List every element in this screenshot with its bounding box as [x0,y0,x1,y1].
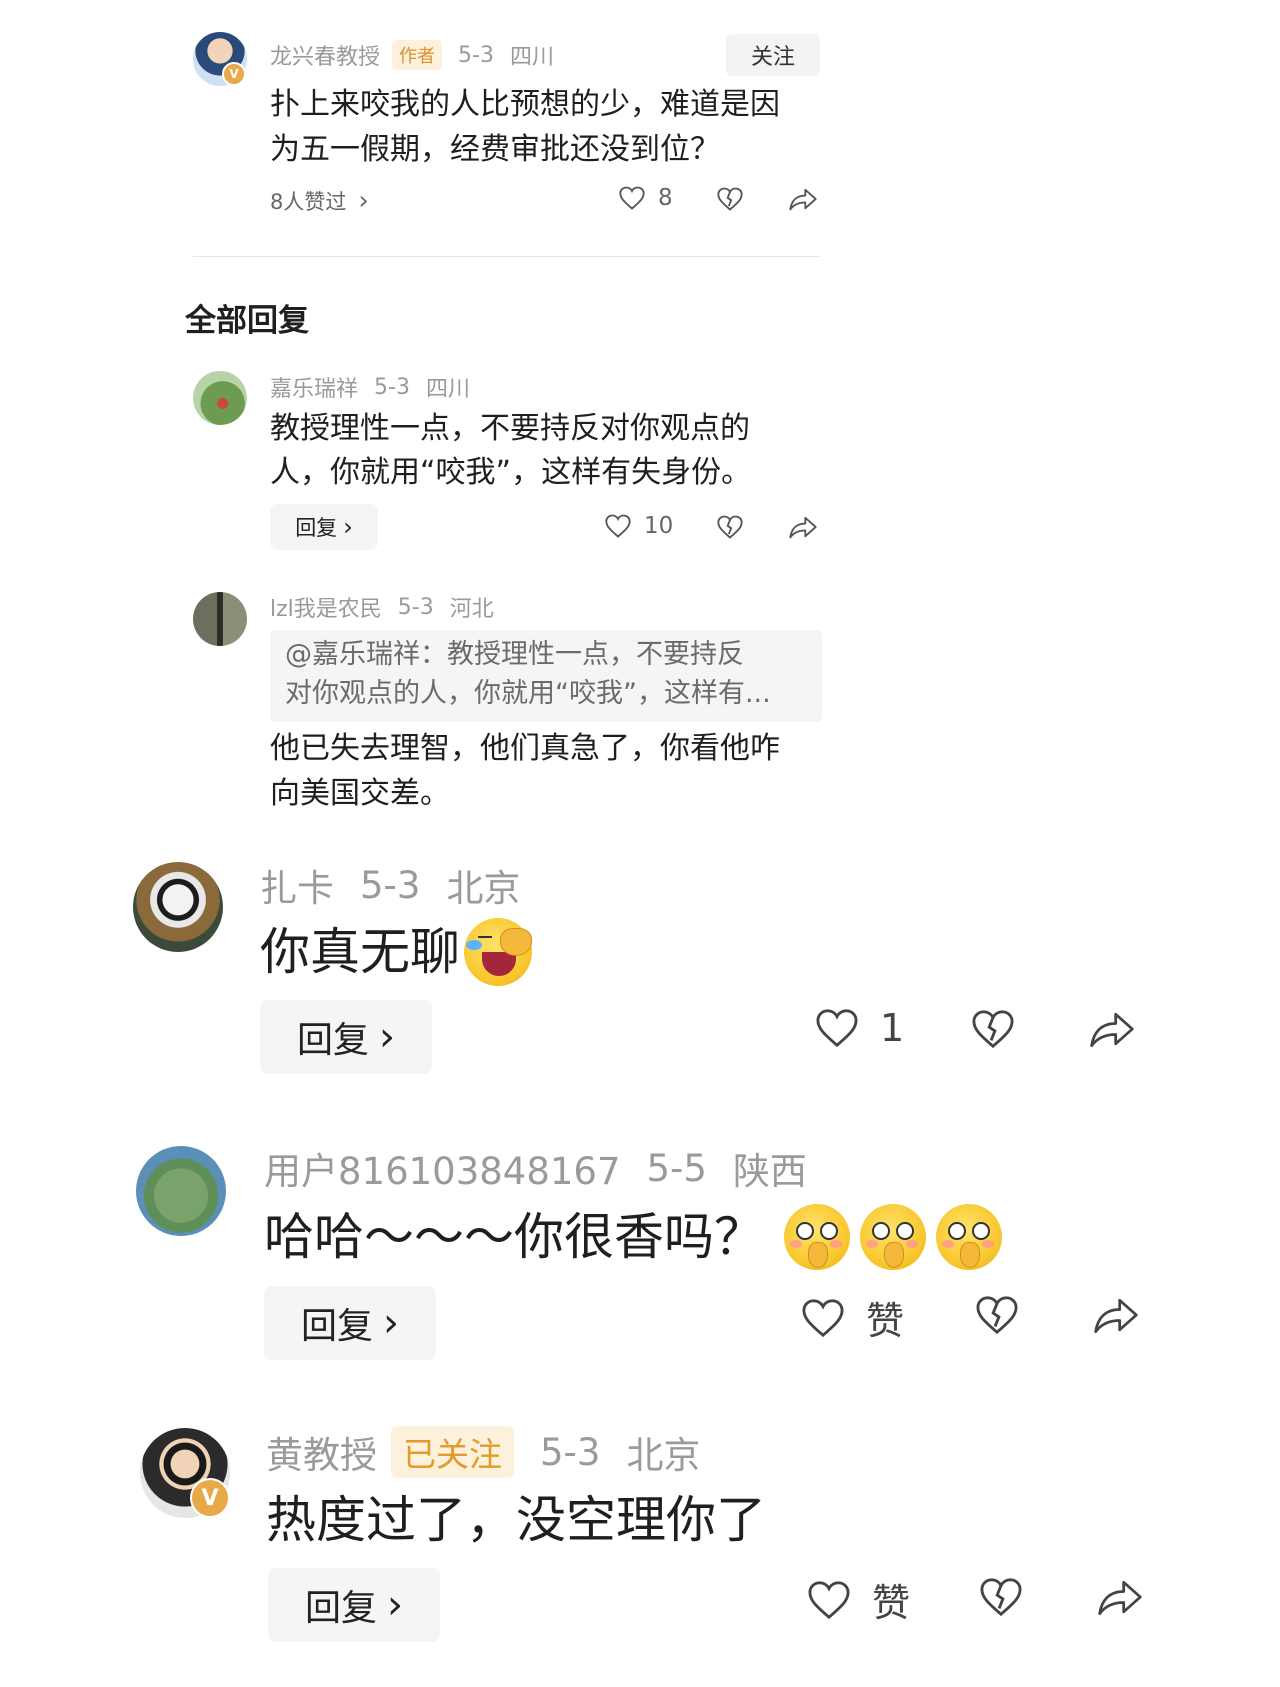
share-arrow-icon[interactable] [1096,1576,1144,1618]
heart-outline-icon [806,1579,852,1621]
reply-button[interactable]: 回复 › [270,504,378,550]
follow-button[interactable]: 关注 [726,34,820,76]
quote-line1: @嘉乐瑞祥：教授理性一点，不要持反 [285,639,744,670]
comment-location: 陕西 [732,1150,807,1193]
followed-tag: 已关注 [391,1426,514,1478]
section-title: 全部回复 [185,303,309,339]
broken-heart-icon[interactable] [978,1576,1024,1618]
reply-label: 回复 [300,1306,373,1347]
like-count: 8 [658,185,673,211]
chevron-right-icon: › [379,1014,395,1060]
quoted-comment[interactable]: @嘉乐瑞祥：教授理性一点，不要持反 对你观点的人，你就用“咬我”，这样有... [270,630,822,722]
divider [193,256,820,257]
shy-pleading-emoji-icon [936,1204,1002,1270]
verified-badge-icon: V [222,62,246,86]
comment-text-line1: 他已失去理智，他们真急了，你看他咋 [270,731,780,766]
like-button[interactable]: 10 [604,513,673,539]
shy-pleading-emoji-icon [784,1204,850,1270]
reply-label: 回复 [304,1588,377,1629]
reply-label: 回复 [295,516,338,540]
share-arrow-icon[interactable] [1088,1008,1136,1050]
user-name[interactable]: 扎卡 [260,858,334,912]
author-tag: 作者 [392,40,443,70]
reply-button[interactable]: 回复 › [260,1000,432,1074]
author-meta: 龙兴春教授 作者 5-3 四川 [270,40,554,70]
like-label: 赞 [866,1299,905,1343]
comment-text-line2: 人，你就用“咬我”，这样有失身份。 [270,455,752,490]
comment-text-body: 哈哈～～～你很香吗？ [264,1208,764,1266]
share-arrow-icon[interactable] [788,514,818,540]
avatar[interactable] [133,862,223,952]
liked-by-text: 8人赞过 [270,190,347,214]
chevron-right-icon: › [358,186,369,216]
comment-date: 5-3 [360,863,421,907]
user-name[interactable]: lzl我是农民 [270,591,382,623]
comment-location: 河北 [449,597,494,622]
comment-date: 5-5 [646,1146,707,1190]
comment-date: 5-3 [397,594,434,620]
user-name[interactable]: 黄教授 [266,1425,377,1479]
heart-outline-icon [604,513,632,539]
verified-badge-icon: V [190,1478,230,1518]
comment-text-line1: 扑上来咬我的人比预想的少，难道是因 [270,87,780,122]
comment-text-line2: 向美国交差。 [270,776,450,811]
comment-location: 四川 [509,45,554,70]
shy-pleading-emoji-icon [860,1204,926,1270]
heart-outline-icon [814,1007,860,1049]
like-button[interactable]: 赞 [800,1290,904,1345]
share-arrow-icon[interactable] [788,186,818,212]
like-button[interactable]: 8 [618,185,673,211]
comment-date: 5-3 [374,374,410,400]
share-arrow-icon[interactable] [1092,1294,1140,1336]
heart-outline-icon [618,185,646,211]
reply-meta: 用户816103848167 5-5 陕西 [264,1145,807,1194]
chevron-right-icon: › [387,1582,403,1628]
like-button[interactable]: 赞 [806,1572,910,1627]
reply-button[interactable]: 回复 › [268,1568,440,1642]
avatar[interactable] [193,371,247,425]
reply-meta: 扎卡 5-3 北京 [260,862,520,911]
comment-text: 你真无聊 [260,918,532,986]
reply-meta: 黄教授 已关注 5-3 北京 [266,1425,701,1479]
comment-text-line1: 教授理性一点，不要持反对你观点的 [270,411,750,446]
liked-by-link[interactable]: 8人赞过 › [270,186,369,216]
like-count: 1 [880,1006,905,1050]
broken-heart-icon[interactable] [970,1008,1016,1050]
heart-outline-icon [800,1297,846,1339]
comment-date: 5-3 [458,42,494,68]
comment-text-body: 你真无聊 [260,923,460,981]
like-button[interactable]: 1 [814,1006,904,1050]
comment-location: 北京 [626,1434,701,1477]
like-label: 赞 [872,1581,911,1625]
reply-label: 回复 [296,1020,369,1061]
broken-heart-icon[interactable] [716,514,744,540]
comment-location: 北京 [446,867,521,910]
comment-text: 哈哈～～～你很香吗？ [264,1204,1002,1270]
chevron-right-icon: › [343,513,353,541]
user-name[interactable]: 嘉乐瑞祥 [270,371,358,403]
laughing-crying-emoji-icon [464,918,532,986]
user-name[interactable]: 用户816103848167 [264,1141,621,1195]
author-name[interactable]: 龙兴春教授 [270,39,380,71]
comment-text-line2: 为五一假期，经费审批还没到位？ [270,132,720,167]
quote-line2: 对你观点的人，你就用“咬我”，这样有... [285,678,771,709]
broken-heart-icon[interactable] [974,1294,1020,1336]
chevron-right-icon: › [383,1300,399,1346]
comment-location: 四川 [425,377,470,402]
comment-date: 5-3 [540,1430,601,1474]
reply-meta: lzl我是农民 5-3 河北 [270,591,494,623]
avatar[interactable] [136,1146,226,1236]
reply-button[interactable]: 回复 › [264,1286,436,1360]
reply-meta: 嘉乐瑞祥 5-3 四川 [270,371,470,403]
comment-text: 热度过了，没空理你了 [266,1491,766,1549]
broken-heart-icon[interactable] [716,186,744,212]
avatar[interactable] [193,592,247,646]
like-count: 10 [644,513,674,539]
